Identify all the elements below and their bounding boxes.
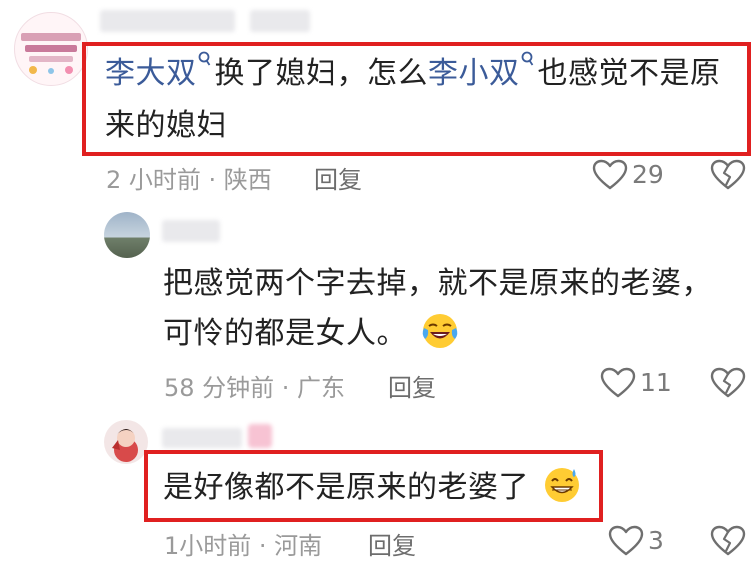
username-badge (250, 10, 310, 32)
like-count: 3 (648, 526, 664, 555)
reply-button[interactable]: 回复 (314, 160, 362, 195)
crying-laugh-emoji (422, 314, 458, 348)
user-mention[interactable]: 李小双 (428, 51, 538, 91)
avatar[interactable] (104, 212, 150, 258)
like-button[interactable]: 3 (606, 522, 668, 560)
like-count: 11 (640, 368, 672, 397)
like-button[interactable]: 29 (590, 156, 670, 194)
broken-heart-icon (710, 367, 746, 398)
comment-text: 把感觉两个字去掉，就不是原来的老婆， (163, 266, 712, 301)
comment-text: 李大双 换了媳妇，怎么李小双 也感觉不是原 (105, 48, 721, 100)
avatar[interactable] (14, 12, 88, 86)
like-count: 29 (632, 160, 664, 189)
search-mention-icon (198, 51, 210, 66)
dislike-button[interactable] (710, 159, 746, 193)
heart-icon (600, 367, 636, 398)
username-badge (248, 424, 272, 448)
broken-heart-icon (710, 159, 746, 190)
broken-heart-icon (710, 525, 746, 556)
comment-text: 可怜的都是女人。 (163, 308, 459, 360)
user-mention[interactable]: 李大双 (105, 51, 215, 91)
comment-meta: 2 小时前 · 陕西 (106, 166, 272, 194)
comment-text: 来的媳妇 (105, 108, 227, 143)
comment-meta: 58 分钟前 · 广东 (164, 374, 346, 402)
dislike-button[interactable] (710, 525, 746, 559)
reply-button[interactable]: 回复 (388, 368, 436, 403)
username[interactable] (162, 428, 242, 448)
comment-text: 是好像都不是原来的老婆了 (163, 462, 581, 514)
avatar[interactable] (104, 420, 148, 464)
heart-icon (592, 159, 628, 190)
comment-meta: 1小时前 · 河南 (164, 532, 323, 560)
reply-button[interactable]: 回复 (368, 526, 416, 561)
like-button[interactable]: 11 (598, 364, 672, 402)
username[interactable] (162, 220, 220, 242)
search-mention-icon (521, 51, 533, 66)
username[interactable] (100, 10, 235, 32)
dislike-button[interactable] (710, 367, 746, 401)
heart-icon (608, 525, 644, 556)
sweat-smile-emoji (545, 468, 580, 502)
